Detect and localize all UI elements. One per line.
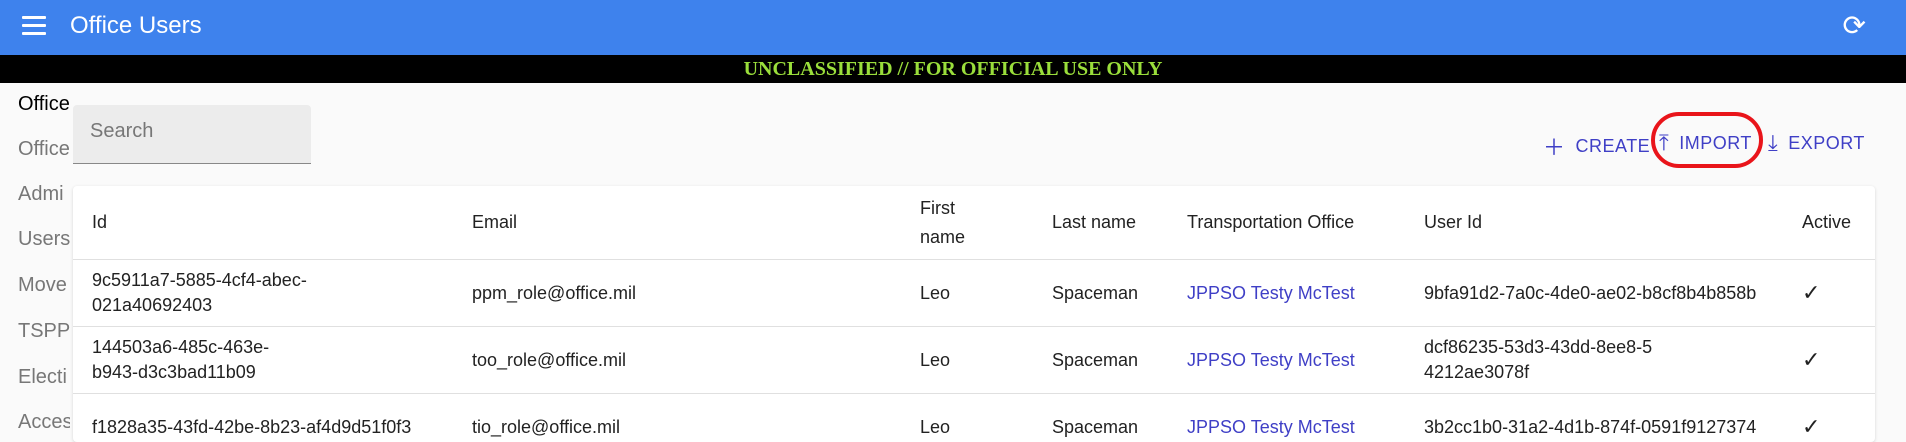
cell-id-text: 9c5911a7-5885-4cf4-abec-021a40692403 [92, 270, 307, 315]
column-header-email[interactable]: Email [472, 186, 920, 260]
users-table-card: Id Email First name Last name Transporta… [73, 186, 1875, 442]
column-header-active[interactable]: Active [1802, 186, 1875, 260]
cell-email: too_role@office.mil [472, 326, 920, 394]
first-name-header-text: First name [920, 197, 966, 247]
cell-id: 144503a6-485c-463e-b943-d3c3bad11b09 [92, 326, 472, 394]
highlight-circle [1651, 112, 1763, 168]
check-icon: ✓ [1802, 279, 1821, 305]
check-icon: ✓ [1802, 413, 1821, 439]
table-row[interactable]: 9c5911a7-5885-4cf4-abec-021a40692403 ppm… [73, 259, 1875, 327]
sidebar-item-office-2[interactable]: Office [18, 138, 70, 161]
export-label: EXPORT [1788, 132, 1865, 153]
search-field [73, 105, 311, 164]
cell-office-link[interactable]: JPPSO Testy McTest [1187, 326, 1424, 394]
table-row[interactable]: f1828a35-43fd-42be-8b23-af4d9d51f0f3 tio… [73, 393, 1875, 442]
sidebar: Office Office Admi Users Move TSPP Elect… [0, 83, 70, 442]
search-input[interactable] [88, 119, 302, 144]
cell-active: ✓ [1802, 326, 1875, 394]
menu-icon[interactable] [22, 16, 46, 36]
cell-email: ppm_role@office.mil [472, 259, 920, 327]
cell-active: ✓ [1802, 393, 1875, 442]
create-button[interactable]: ＋ CREATE [1543, 130, 1650, 162]
app-bar: Office Users ⟳ [0, 0, 1906, 55]
cell-email: tio_role@office.mil [472, 393, 920, 442]
column-header-first-name[interactable]: First name [920, 186, 1052, 260]
export-button[interactable]: ⤓ EXPORT [1768, 130, 1865, 156]
cell-first-name: Leo [920, 259, 1052, 327]
sidebar-item-electronic[interactable]: Electi [18, 366, 67, 389]
cell-last-name: Spaceman [1052, 393, 1187, 442]
cell-user-id-text: 9bfa91d2-7a0c-4de0-ae02-b8cf8b4b858b [1424, 282, 1757, 303]
table-row[interactable]: 144503a6-485c-463e-b943-d3c3bad11b09 too… [73, 326, 1875, 394]
table-header-row: Id Email First name Last name Transporta… [73, 186, 1875, 260]
column-header-user-id[interactable]: User Id [1424, 186, 1802, 260]
column-header-id[interactable]: Id [92, 186, 472, 260]
sidebar-item-users[interactable]: Users [18, 228, 70, 251]
cell-user-id-text: dcf86235-53d3-43dd-8ee8-54212ae3078f [1424, 337, 1653, 382]
users-table: Id Email First name Last name Transporta… [73, 186, 1875, 442]
cell-user-id: dcf86235-53d3-43dd-8ee8-54212ae3078f [1424, 326, 1802, 394]
check-icon: ✓ [1802, 346, 1821, 372]
cell-first-name: Leo [920, 393, 1052, 442]
cell-id: 9c5911a7-5885-4cf4-abec-021a40692403 [92, 259, 472, 327]
sidebar-item-move[interactable]: Move [18, 274, 67, 297]
column-header-office[interactable]: Transportation Office [1187, 186, 1424, 260]
refresh-icon[interactable]: ⟳ [1843, 12, 1866, 40]
sidebar-item-access[interactable]: Acces [18, 411, 70, 434]
classification-banner: UNCLASSIFIED // FOR OFFICIAL USE ONLY [0, 55, 1906, 83]
create-label: CREATE [1575, 135, 1651, 156]
plus-icon: ＋ [1543, 135, 1566, 160]
cell-id-text: 144503a6-485c-463e-b943-d3c3bad11b09 [92, 337, 270, 382]
cell-id-text: f1828a35-43fd-42be-8b23-af4d9d51f0f3 [92, 416, 412, 437]
cell-id: f1828a35-43fd-42be-8b23-af4d9d51f0f3 [92, 393, 472, 442]
cell-last-name: Spaceman [1052, 259, 1187, 327]
page-title: Office Users [70, 12, 202, 39]
cell-active: ✓ [1802, 259, 1875, 327]
cell-office-link[interactable]: JPPSO Testy McTest [1187, 393, 1424, 442]
download-icon: ⤓ [1768, 130, 1779, 155]
sidebar-item-tspp[interactable]: TSPP [18, 320, 70, 343]
sidebar-item-office[interactable]: Office [18, 93, 70, 116]
cell-last-name: Spaceman [1052, 326, 1187, 394]
cell-user-id: 3b2cc1b0-31a2-4d1b-874f-0591f9127374 [1424, 393, 1802, 442]
cell-user-id: 9bfa91d2-7a0c-4de0-ae02-b8cf8b4b858b [1424, 259, 1802, 327]
cell-office-link[interactable]: JPPSO Testy McTest [1187, 259, 1424, 327]
cell-first-name: Leo [920, 326, 1052, 394]
column-header-last-name[interactable]: Last name [1052, 186, 1187, 260]
sidebar-item-admin[interactable]: Admi [18, 183, 64, 206]
cell-user-id-text: 3b2cc1b0-31a2-4d1b-874f-0591f9127374 [1424, 416, 1757, 437]
